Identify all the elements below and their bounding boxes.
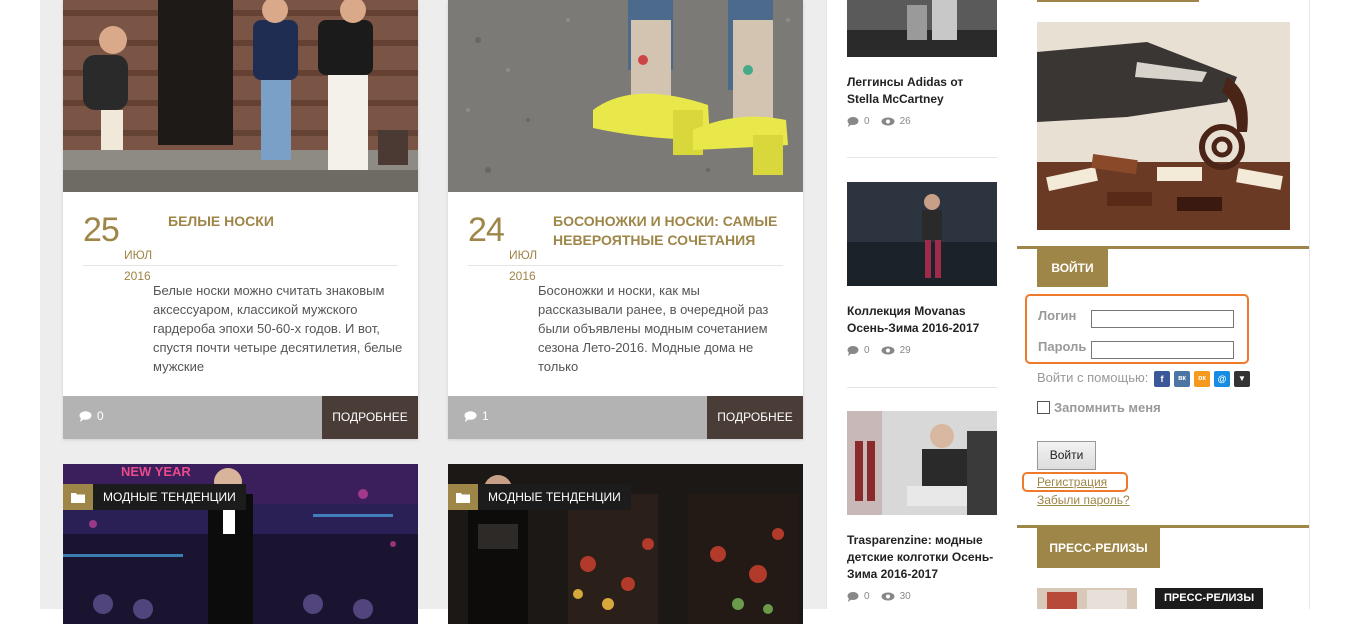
comment-icon (847, 116, 859, 127)
remember-label: Запомнить меня (1054, 400, 1161, 415)
folder-icon (448, 484, 478, 510)
category-label: МОДНЫЕ ТЕНДЕНЦИИ (103, 490, 236, 504)
press-section-header: ПРЕСС-РЕЛИЗЫ (1037, 528, 1160, 568)
comment-count-value: 1 (482, 409, 489, 423)
divider (847, 387, 997, 388)
social-login-label: Войти с помощью: (1037, 370, 1149, 385)
post-title[interactable]: БОСОНОЖКИ И НОСКИ: САМЫЕ НЕВЕРОЯТНЫЕ СОЧ… (553, 212, 783, 250)
eye-icon (881, 346, 895, 355)
view-count-value: 30 (899, 591, 911, 602)
press-badge: ПРЕСС-РЕЛИЗЫ (1155, 588, 1264, 609)
vk-icon[interactable]: вк (1174, 371, 1190, 387)
article-meta: 0 30 (847, 591, 911, 602)
article-title[interactable]: Коллекция Movanas Осень-Зима 2016-2017 (847, 303, 997, 337)
comment-count-value: 0 (97, 409, 104, 423)
section-tab-edge (1037, 0, 1199, 2)
comment-count-value: 0 (864, 591, 870, 602)
post-card: NEW YEAR МОДНЫЕ ТЕНДЕНЦИИ (63, 464, 418, 624)
social-login-buttons: f вк ок @ ▼ (1154, 371, 1250, 387)
password-input[interactable] (1091, 341, 1234, 359)
post-year: 2016 (124, 269, 151, 283)
column-divider (826, 0, 827, 609)
comment-count[interactable]: 1 (464, 409, 489, 423)
post-excerpt: Босоножки и носки, как мы рассказывали р… (538, 283, 769, 374)
post-day: 24 (468, 211, 505, 249)
post-excerpt: Белые носки можно считать знаковым аксес… (153, 283, 403, 374)
password-label: Пароль (1038, 339, 1087, 354)
post-month: ИЮЛ (124, 248, 153, 262)
post-banner-text: NEW YEAR (121, 464, 191, 479)
article-title[interactable]: Леггинсы Adidas от Stella McCartney (847, 74, 997, 108)
post-month: ИЮЛ (509, 248, 538, 262)
article-meta: 0 26 (847, 116, 911, 127)
post-card: 24 ИЮЛ 2016 БОСОНОЖКИ И НОСКИ: САМЫЕ НЕВ… (448, 0, 803, 439)
login-label: Логин (1038, 308, 1077, 323)
remember-checkbox[interactable] (1037, 401, 1050, 414)
category-badge[interactable]: МОДНЫЕ ТЕНДЕНЦИИ (448, 484, 631, 510)
view-count-value: 26 (899, 116, 911, 127)
comment-count-value: 0 (864, 116, 870, 127)
read-more-button[interactable]: ПОДРОБНЕЕ (707, 396, 803, 439)
post-image[interactable] (448, 0, 803, 192)
comment-count-value: 0 (864, 345, 870, 356)
folder-icon (63, 484, 93, 510)
comment-icon (847, 345, 859, 356)
divider (83, 265, 398, 266)
press-thumbnail[interactable] (1037, 588, 1137, 609)
register-link[interactable]: Регистрация (1037, 475, 1107, 489)
post-image[interactable] (63, 0, 418, 192)
view-count-value: 29 (899, 345, 911, 356)
banner-image[interactable] (1037, 22, 1290, 230)
article-thumbnail[interactable] (847, 0, 997, 57)
article-thumbnail[interactable] (847, 411, 997, 515)
post-card: МОДНЫЕ ТЕНДЕНЦИИ (448, 464, 803, 624)
read-more-button[interactable]: ПОДРОБНЕЕ (322, 396, 418, 439)
article-thumbnail[interactable] (847, 182, 997, 286)
post-footer: 0 ПОДРОБНЕЕ (63, 396, 418, 439)
mailru-icon[interactable]: @ (1214, 371, 1230, 387)
category-label: МОДНЫЕ ТЕНДЕНЦИИ (488, 490, 621, 504)
post-title[interactable]: БЕЛЫЕ НОСКИ (168, 212, 398, 231)
eye-icon (881, 117, 895, 126)
odnoklassniki-icon[interactable]: ок (1194, 371, 1210, 387)
forgot-password-link[interactable]: Забыли пароль? (1037, 493, 1130, 507)
post-footer: 1 ПОДРОБНЕЕ (448, 396, 803, 439)
comment-icon (464, 410, 477, 422)
comment-icon (79, 410, 92, 422)
login-input[interactable] (1091, 310, 1234, 328)
column-divider (1309, 0, 1310, 609)
remember-me[interactable]: Запомнить меня (1037, 400, 1161, 415)
comment-icon (847, 591, 859, 602)
login-section-header: ВОЙТИ (1037, 249, 1108, 287)
more-dropdown-icon[interactable]: ▼ (1234, 371, 1250, 387)
divider (847, 157, 997, 158)
comment-count[interactable]: 0 (79, 409, 104, 423)
post-day: 25 (83, 211, 120, 249)
article-meta: 0 29 (847, 345, 911, 356)
article-title[interactable]: Trasparenzine: модные детские колготки О… (847, 532, 997, 583)
facebook-icon[interactable]: f (1154, 371, 1170, 387)
divider (468, 265, 783, 266)
login-submit-button[interactable]: Войти (1037, 441, 1096, 470)
eye-icon (881, 592, 895, 601)
category-badge[interactable]: МОДНЫЕ ТЕНДЕНЦИИ (63, 484, 246, 510)
post-year: 2016 (509, 269, 536, 283)
post-card: 25 ИЮЛ 2016 БЕЛЫЕ НОСКИ Белые носки можн… (63, 0, 418, 439)
